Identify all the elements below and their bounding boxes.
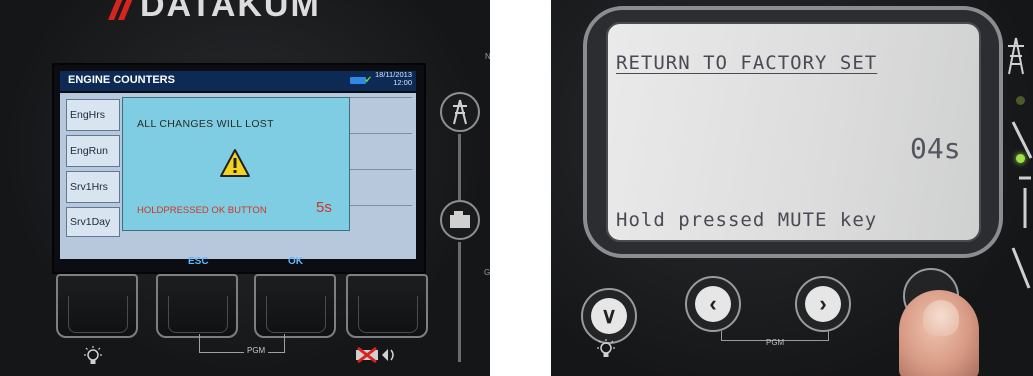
generator-icon — [450, 211, 470, 228]
brand-name: DATAKUM — [140, 0, 321, 24]
esc-button[interactable] — [156, 274, 238, 338]
datetime-display: 18/11/2013 12:00 — [375, 71, 412, 87]
pgm-bracket — [284, 334, 286, 352]
right-arrow-icon: › — [805, 286, 841, 322]
mimic-line — [458, 242, 461, 362]
generator-button[interactable] — [440, 200, 480, 240]
dialog-countdown: 5s — [316, 199, 332, 216]
screen-header: ENGINE COUNTERS ✔ 18/11/2013 12:00 — [60, 71, 416, 91]
left-arrow-icon: ‹ — [695, 286, 731, 322]
check-icon: ✔ — [364, 75, 373, 86]
mimic-line — [458, 134, 461, 200]
right-photo-controller: RETURN TO FACTORY SET 04s Hold pressed M… — [551, 0, 1033, 376]
side-marker: G — [484, 268, 490, 277]
screen-title: ENGINE COUNTERS — [68, 74, 175, 86]
screen-title: RETURN TO FACTORY SET — [616, 52, 878, 74]
screen-body: EngHrs EngRun Srv1Hrs Srv1Day ALL CHANGE… — [60, 93, 416, 259]
counter-item-enghrs[interactable]: EngHrs — [66, 99, 120, 131]
pgm-bracket — [268, 352, 285, 353]
counter-item-srv1day[interactable]: Srv1Day — [66, 207, 120, 237]
lamp-test-button[interactable] — [56, 274, 138, 338]
confirm-dialog: ALL CHANGES WILL LOST HOLDPRESSED OK BUT… — [122, 97, 350, 231]
left-photo-controller: DATAKUM ENGINE COUNTERS ✔ 18/11/2013 12:… — [0, 0, 490, 376]
tower-icon — [453, 99, 467, 125]
value-cell — [350, 205, 412, 239]
lcd-screen: RETURN TO FACTORY SET 04s Hold pressed M… — [606, 22, 981, 242]
value-cell — [350, 169, 412, 203]
switch-mimic-icon — [1011, 121, 1033, 289]
screen-hint: Hold pressed MUTE key — [616, 209, 878, 231]
fingernail — [923, 300, 959, 336]
time-text: 12:00 — [393, 78, 412, 87]
softkey-esc-label: ESC — [188, 256, 209, 267]
softkey-bar: ESC OK — [60, 256, 416, 271]
countdown-value: 04s — [910, 132, 961, 165]
mains-button[interactable] — [440, 92, 480, 132]
value-cell — [350, 97, 412, 131]
left-button[interactable]: ‹ — [685, 276, 741, 332]
softkey-ok-label: OK — [288, 256, 303, 267]
datakom-logo-icon — [108, 0, 133, 20]
counter-item-engrun[interactable]: EngRun — [66, 135, 120, 167]
lcd-screen: ENGINE COUNTERS ✔ 18/11/2013 12:00 EngHr… — [52, 63, 426, 274]
pgm-label: PGM — [247, 346, 266, 355]
value-cell — [350, 133, 412, 167]
ok-button[interactable] — [254, 274, 336, 338]
pgm-label: PGM — [766, 338, 785, 347]
pgm-bracket — [199, 334, 244, 353]
down-button[interactable]: ∨ — [581, 288, 637, 344]
down-arrow-icon: ∨ — [591, 298, 627, 334]
mute-button[interactable] — [346, 274, 428, 338]
tower-icon — [1008, 37, 1024, 75]
warning-icon — [220, 149, 250, 177]
mute-icon — [356, 346, 394, 364]
side-marker: N — [485, 52, 490, 61]
bulb-icon — [597, 339, 615, 357]
right-button[interactable]: › — [795, 276, 851, 332]
status-led — [1016, 96, 1025, 105]
dialog-hold-instruction: HOLDPRESSED OK BUTTON — [137, 205, 267, 216]
dialog-message: ALL CHANGES WILL LOST — [137, 118, 274, 130]
bulb-icon — [84, 346, 102, 364]
counter-item-srv1hrs[interactable]: Srv1Hrs — [66, 171, 120, 203]
